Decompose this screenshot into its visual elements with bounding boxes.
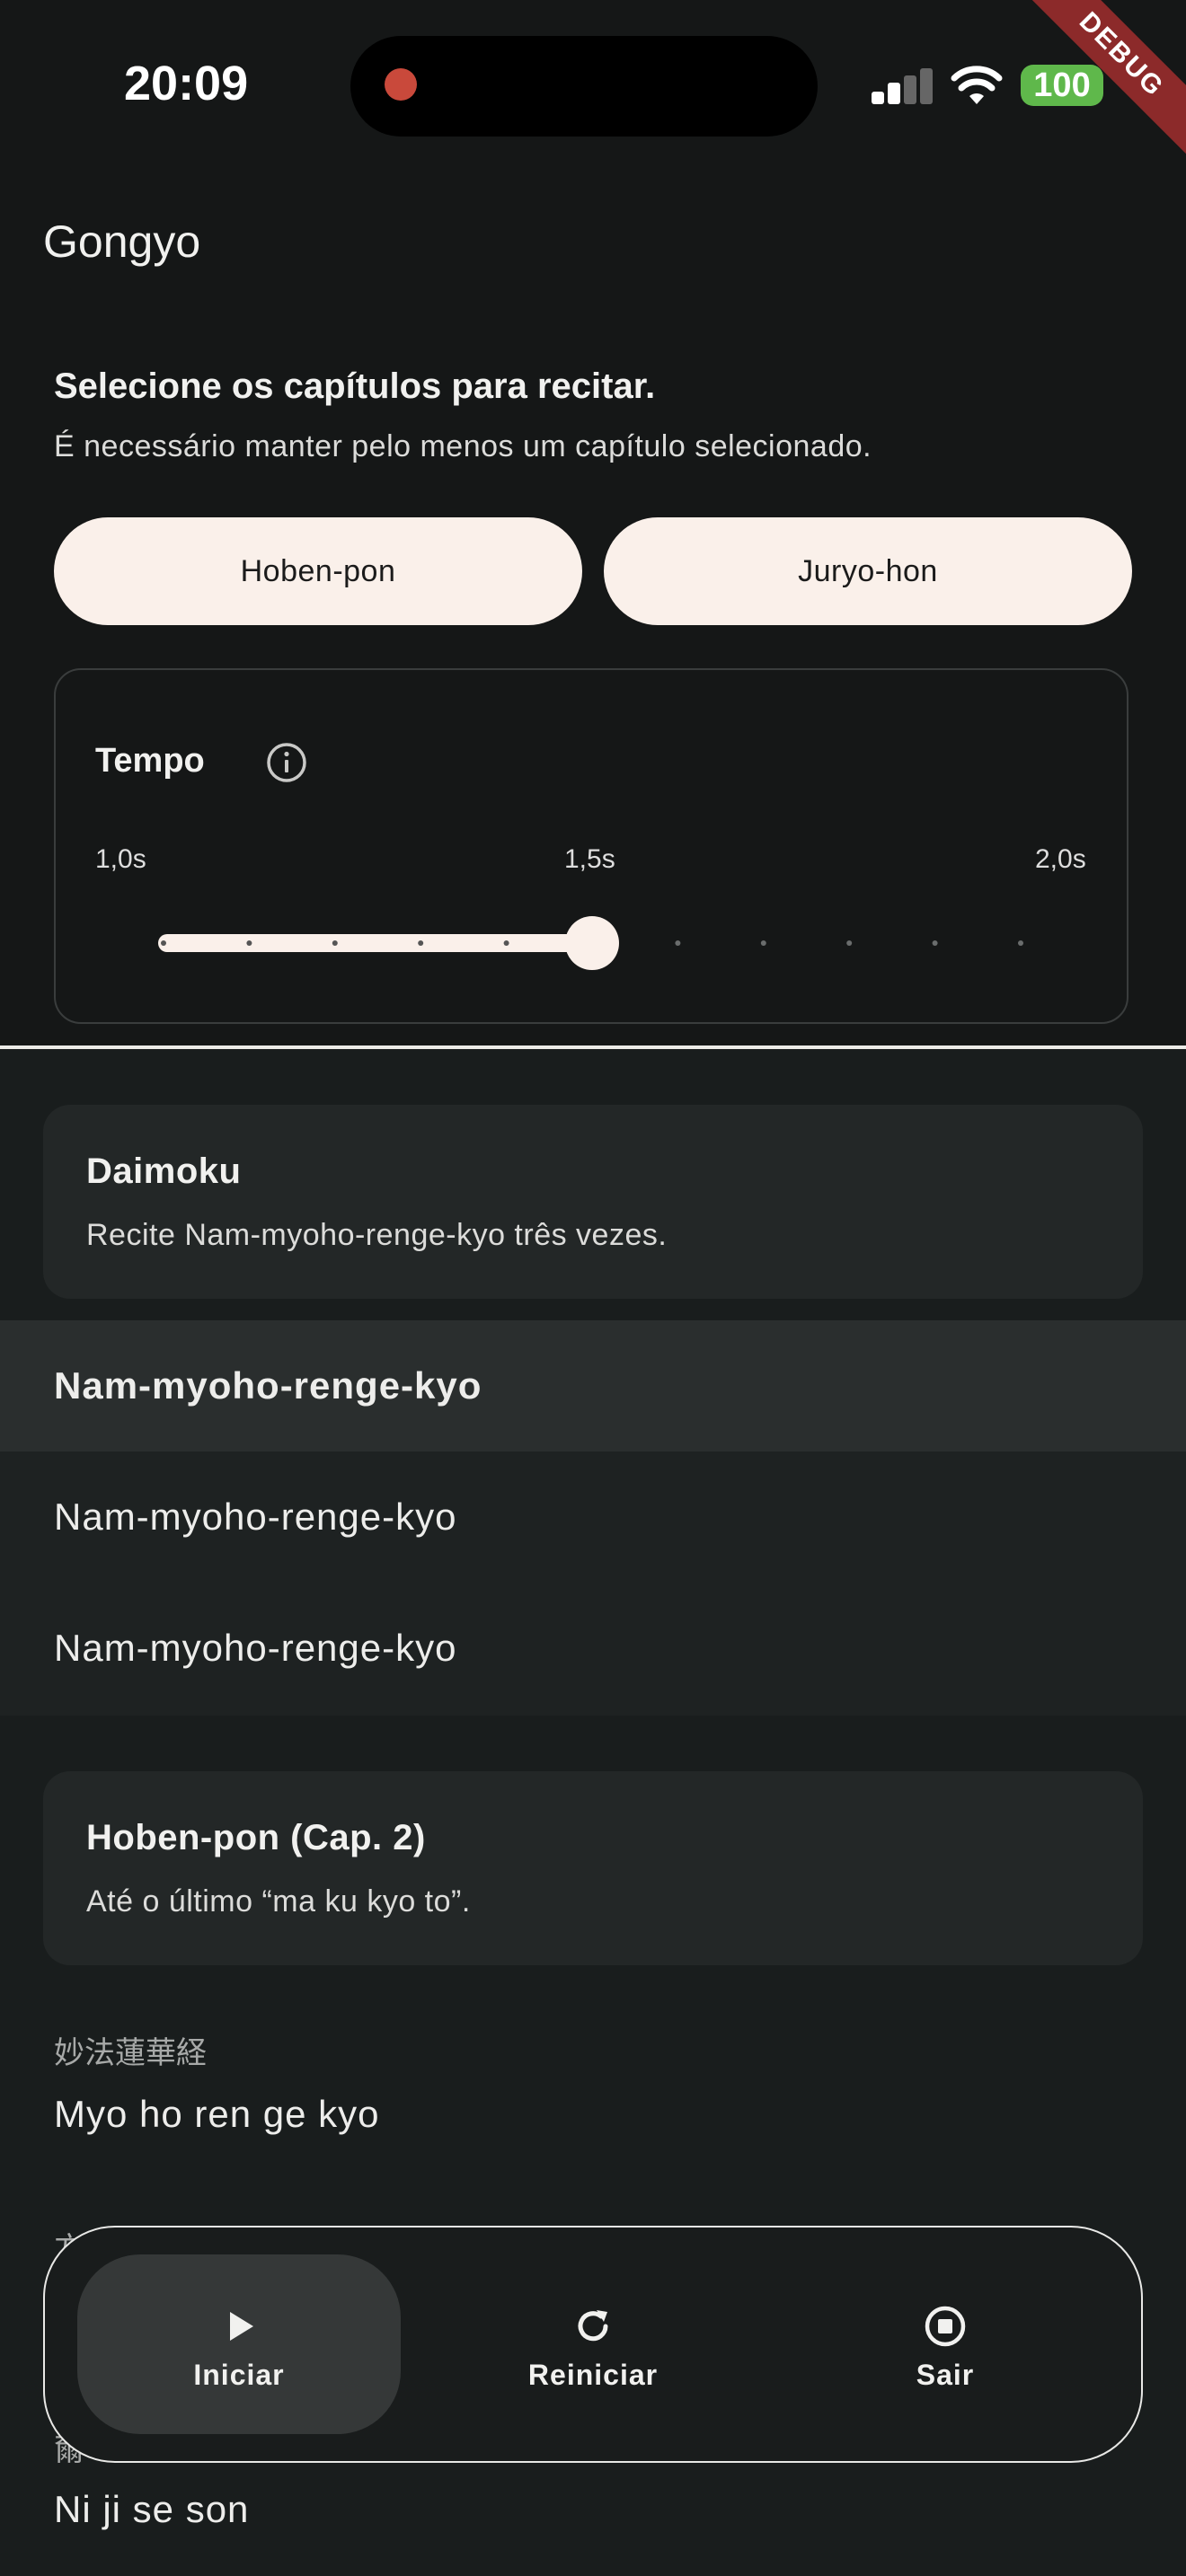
cellular-signal-icon — [872, 68, 933, 104]
slider-step-dot — [760, 940, 766, 946]
start-label: Iniciar — [193, 2359, 285, 2391]
hoben-title: Hoben-pon (Cap. 2) — [86, 1818, 426, 1857]
slider-step-dot — [161, 940, 166, 946]
restart-button[interactable]: Reiniciar — [431, 2254, 755, 2434]
section-divider — [0, 1045, 1186, 1049]
slider-step-dot — [1018, 940, 1023, 946]
chapter-chip-hoben-pon[interactable]: Hoben-pon — [54, 517, 582, 625]
restart-label: Reiniciar — [527, 2359, 659, 2391]
daimoku-line-1: Nam-myoho-renge-kyo — [0, 1320, 1186, 1451]
restart-icon — [578, 2310, 608, 2342]
chapter-selection-subtitle: É necessário manter pelo menos um capítu… — [54, 429, 872, 463]
tempo-slider[interactable] — [158, 916, 1039, 970]
slider-step-dot — [503, 940, 509, 946]
hoben-card: Hoben-pon (Cap. 2) Até o último “ma ku k… — [43, 1771, 1143, 1965]
slider-step-dot — [932, 940, 938, 946]
chapter-selection-title: Selecione os capítulos para recitar. — [54, 366, 656, 406]
slider-step-dot — [675, 940, 681, 946]
slider-step-dot — [246, 940, 252, 946]
daimoku-line-3: Nam-myoho-renge-kyo — [54, 1627, 457, 1669]
slider-step-dot — [418, 940, 424, 946]
slider-step-dot — [846, 940, 853, 946]
play-icon — [230, 2312, 253, 2341]
slider-active-track — [158, 934, 592, 952]
daimoku-card: Daimoku Recite Nam-myoho-renge-kyo três … — [43, 1105, 1143, 1299]
recording-indicator-icon — [385, 68, 417, 101]
tempo-tick-max: 2,0s — [1035, 844, 1086, 874]
slider-step-dot — [332, 940, 338, 946]
daimoku-line-2: Nam-myoho-renge-kyo — [54, 1495, 457, 1538]
page-title: Gongyo — [43, 216, 201, 267]
verse-kanji: 妙法蓮華経 — [54, 2036, 207, 2070]
verse-romaji-2: Ni ji se son — [54, 2488, 250, 2530]
wifi-icon — [951, 66, 1003, 104]
slider-thumb — [565, 916, 619, 970]
info-icon[interactable] — [266, 742, 307, 783]
tempo-tick-mid: 1,5s — [564, 844, 615, 874]
stop-icon — [925, 2306, 966, 2347]
verse-romaji: Myo ho ren ge kyo — [54, 2093, 380, 2135]
daimoku-title: Daimoku — [86, 1151, 242, 1191]
tempo-label: Tempo — [95, 742, 205, 780]
tempo-tick-min: 1,0s — [95, 844, 146, 874]
hoben-subtitle: Até o último “ma ku kyo to”. — [86, 1884, 471, 1919]
start-button[interactable]: Iniciar — [77, 2254, 401, 2434]
daimoku-subtitle: Recite Nam-myoho-renge-kyo três vezes. — [86, 1218, 668, 1252]
exit-label: Sair — [916, 2359, 975, 2391]
battery-icon: 100 — [1021, 65, 1103, 106]
chapter-chip-juryo-hon[interactable]: Juryo-hon — [604, 517, 1132, 625]
dynamic-island — [350, 36, 818, 137]
status-time: 20:09 — [124, 57, 249, 110]
exit-button[interactable]: Sair — [783, 2254, 1107, 2434]
